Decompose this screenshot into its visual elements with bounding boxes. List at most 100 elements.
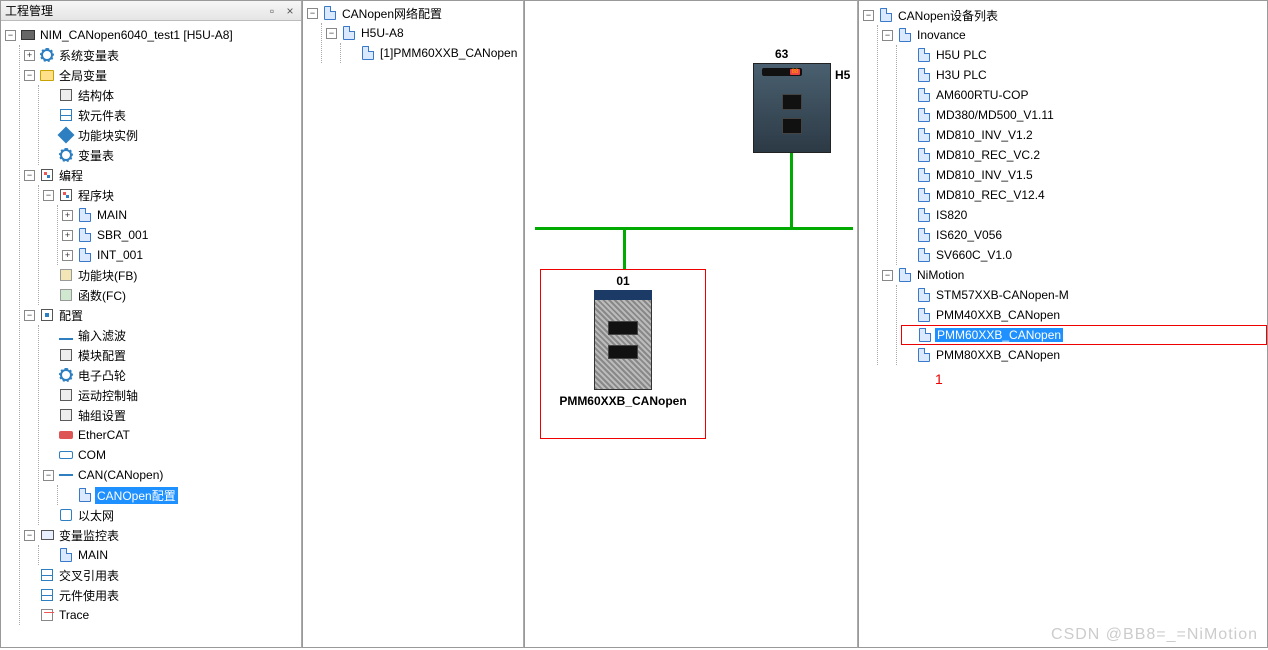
doc-icon — [897, 267, 913, 283]
master-device-icon[interactable]: 88 — [753, 63, 831, 153]
pin-icon[interactable]: ▫ — [265, 4, 279, 18]
plc-icon — [20, 27, 36, 43]
tree-axis-group[interactable]: 轴组设置 — [43, 405, 301, 425]
trace-icon — [39, 607, 55, 623]
tree-config[interactable]: −配置 — [24, 305, 301, 325]
expander-icon[interactable]: − — [882, 30, 893, 41]
tree-prog-block[interactable]: −程序块 — [43, 185, 301, 205]
tree-global-var[interactable]: −全局变量 — [24, 65, 301, 85]
device-item[interactable]: SV660C_V1.0 — [901, 245, 1267, 265]
tree-trace[interactable]: Trace — [24, 605, 301, 625]
doc-icon — [916, 147, 932, 163]
device-item[interactable]: MD810_REC_V12.4 — [901, 185, 1267, 205]
tree-main[interactable]: +MAIN — [62, 205, 301, 225]
tree-fb[interactable]: 功能块(FB) — [43, 265, 301, 285]
expander-icon[interactable]: − — [24, 310, 35, 321]
device-item[interactable]: PMM60XXB_CANopen — [901, 325, 1267, 345]
device-group-nimotion[interactable]: − NiMotion — [882, 265, 1267, 285]
device-item[interactable]: MD380/MD500_V1.11 — [901, 105, 1267, 125]
close-icon[interactable]: × — [283, 4, 297, 18]
doc-icon — [916, 67, 932, 83]
canopen-canvas[interactable]: 63 88 H5 01 PMM60XXB_CANopen — [524, 0, 858, 648]
tree-can[interactable]: −CAN(CANopen) — [43, 465, 301, 485]
expander-icon[interactable]: + — [24, 50, 35, 61]
device-item[interactable]: H5U PLC — [901, 45, 1267, 65]
tree-monitor-main[interactable]: MAIN — [43, 545, 301, 565]
canopen-slave-node[interactable]: [1]PMM60XXB_CANopen — [345, 43, 523, 63]
device-item[interactable]: MD810_REC_VC.2 — [901, 145, 1267, 165]
tree-module-cfg[interactable]: 模块配置 — [43, 345, 301, 365]
device-item[interactable]: IS620_V056 — [901, 225, 1267, 245]
expander-icon[interactable]: + — [62, 230, 73, 241]
tree-struct[interactable]: 结构体 — [43, 85, 301, 105]
tree-com[interactable]: COM — [43, 445, 301, 465]
expander-icon[interactable]: − — [43, 190, 54, 201]
drop-line — [623, 229, 626, 269]
expander-icon[interactable]: − — [863, 10, 874, 21]
tree-sys-var[interactable]: +系统变量表 — [24, 45, 301, 65]
device-item[interactable]: MD810_INV_V1.2 — [901, 125, 1267, 145]
slave-node-id: 01 — [616, 274, 629, 288]
device-item[interactable]: H3U PLC — [901, 65, 1267, 85]
prog-icon — [39, 167, 55, 183]
expander-icon[interactable]: − — [24, 530, 35, 541]
bus-line-horizontal — [535, 227, 853, 230]
tree-var-table[interactable]: 变量表 — [43, 145, 301, 165]
tree-soft-elem[interactable]: 软元件表 — [43, 105, 301, 125]
ethercat-icon — [58, 427, 74, 443]
tree-elem-usage[interactable]: 元件使用表 — [24, 585, 301, 605]
tree-motion-axis[interactable]: 运动控制轴 — [43, 385, 301, 405]
expander-icon[interactable]: − — [307, 8, 318, 19]
device-item[interactable]: PMM40XXB_CANopen — [901, 305, 1267, 325]
expander-icon[interactable]: − — [5, 30, 16, 41]
expander-icon[interactable]: + — [62, 250, 73, 261]
doc-icon — [916, 287, 932, 303]
doc-icon — [322, 5, 338, 21]
tree-fc[interactable]: 函数(FC) — [43, 285, 301, 305]
doc-icon — [916, 347, 932, 363]
canopen-network-tree[interactable]: − CANopen网络配置 − H5U-A8 — [303, 1, 523, 647]
tree-root-project[interactable]: − NIM_CANopen6040_test1 [H5U-A8] — [5, 25, 301, 45]
canopen-device-list-tree[interactable]: − CANopen设备列表 − Inovance H5U PLCH3U PLCA… — [859, 1, 1267, 647]
tree-int[interactable]: +INT_001 — [62, 245, 301, 265]
tree-ecam[interactable]: 电子凸轮 — [43, 365, 301, 385]
device-list-root[interactable]: − CANopen设备列表 — [863, 5, 1267, 25]
tree-xref[interactable]: 交叉引用表 — [24, 565, 301, 585]
tree-sbr[interactable]: +SBR_001 — [62, 225, 301, 245]
wave-icon — [58, 327, 74, 343]
expander-icon[interactable]: − — [24, 170, 35, 181]
tree-input-filter[interactable]: 输入滤波 — [43, 325, 301, 345]
tree-fb-inst[interactable]: 功能块实例 — [43, 125, 301, 145]
tree-programming[interactable]: −编程 — [24, 165, 301, 185]
project-panel: 工程管理 ▫ × − NIM_CANopen6040_test1 [H5U-A8… — [0, 0, 302, 648]
doc-icon — [58, 547, 74, 563]
doc-icon — [916, 247, 932, 263]
tree-ethercat[interactable]: EtherCAT — [43, 425, 301, 445]
slave-device-selected[interactable]: 01 PMM60XXB_CANopen — [540, 269, 706, 439]
canopen-master-node[interactable]: − H5U-A8 — [326, 23, 523, 43]
doc-icon — [916, 127, 932, 143]
doc-icon — [917, 327, 933, 343]
expander-icon[interactable]: + — [62, 210, 73, 221]
expander-icon[interactable]: − — [882, 270, 893, 281]
tree-canopen-config[interactable]: CANOpen配置 — [62, 485, 301, 505]
device-item-label: PMM60XXB_CANopen — [935, 328, 1063, 342]
expander-icon[interactable]: − — [43, 470, 54, 481]
device-item[interactable]: AM600RTU-COP — [901, 85, 1267, 105]
device-group-inovance[interactable]: − Inovance — [882, 25, 1267, 45]
axis-group-icon — [58, 407, 74, 423]
table-icon — [58, 107, 74, 123]
device-item[interactable]: MD810_INV_V1.5 — [901, 165, 1267, 185]
slave-device-label: PMM60XXB_CANopen — [553, 394, 692, 408]
canopen-network-root[interactable]: − CANopen网络配置 — [307, 3, 523, 23]
device-item[interactable]: PMM80XXB_CANopen — [901, 345, 1267, 365]
device-item[interactable]: STM57XXB-CANopen-M — [901, 285, 1267, 305]
expander-icon[interactable]: − — [24, 70, 35, 81]
tree-ethernet[interactable]: 以太网 — [43, 505, 301, 525]
device-item[interactable]: IS820 — [901, 205, 1267, 225]
canopen-device-list-panel: − CANopen设备列表 − Inovance H5U PLCH3U PLCA… — [858, 0, 1268, 648]
device-item-label: PMM40XXB_CANopen — [934, 308, 1062, 322]
expander-icon[interactable]: − — [326, 28, 337, 39]
tree-var-monitor[interactable]: −变量监控表 — [24, 525, 301, 545]
project-tree[interactable]: − NIM_CANopen6040_test1 [H5U-A8] +系统变量表 … — [1, 21, 301, 647]
